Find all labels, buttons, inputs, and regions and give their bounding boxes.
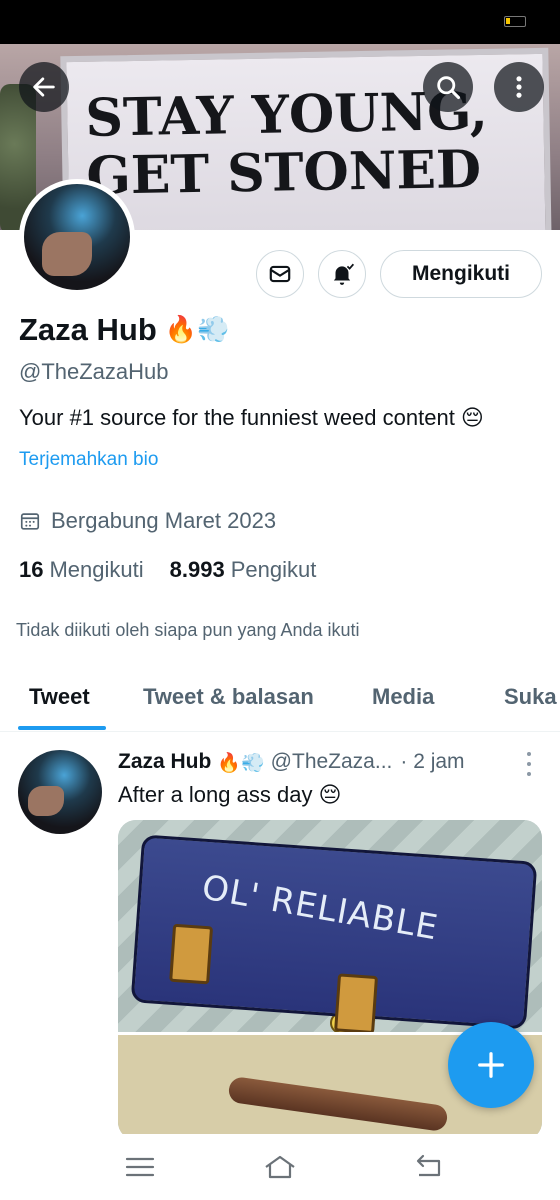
banner-sign-line2: GET STONED	[85, 138, 482, 207]
notifications-button[interactable]	[318, 250, 366, 298]
tweet-avatar-hand	[28, 786, 64, 816]
avatar-hand	[42, 232, 92, 276]
followers-count-link[interactable]: 8.993 Pengikut	[170, 557, 317, 583]
active-tab-indicator	[18, 726, 106, 730]
back-nav-icon	[416, 1154, 441, 1177]
translate-bio-link[interactable]: Terjemahkan bio	[19, 449, 158, 471]
media-joint	[227, 1075, 449, 1133]
message-button[interactable]	[256, 250, 304, 298]
status-bar	[0, 0, 560, 44]
joined-date: Bergabung Maret 2023	[19, 508, 276, 534]
profile-bio: Your #1 source for the funniest weed con…	[19, 405, 484, 430]
tweet-more-button[interactable]	[522, 752, 536, 776]
envelope-icon	[269, 265, 291, 283]
back-arrow-icon	[33, 77, 55, 97]
more-dot	[527, 762, 531, 766]
tweet-author[interactable]: Zaza Hub	[118, 750, 211, 774]
search-button[interactable]	[423, 62, 473, 112]
tweet-text: After a long ass day 😔	[118, 782, 342, 807]
menu-lines-icon	[125, 1157, 155, 1177]
compose-button[interactable]	[448, 1022, 534, 1108]
tweet-time: · 2 jam	[400, 750, 465, 773]
profile-name-emojis: 🔥💨	[164, 315, 230, 345]
recent-apps-button[interactable]	[120, 1152, 160, 1182]
followers-label: Pengikut	[230, 557, 317, 582]
profile-name-text: Zaza Hub	[19, 312, 157, 347]
media-case-text: OL' RELIABLE	[198, 867, 442, 949]
tweet-author-emojis: 🔥💨	[217, 751, 265, 774]
more-vertical-icon	[516, 76, 522, 98]
bell-icon	[333, 263, 355, 285]
following-count: 16	[19, 557, 44, 582]
tab-media[interactable]: Media	[372, 684, 434, 710]
tweet-header: Zaza Hub 🔥💨 @TheZaza... · 2 jam	[118, 750, 518, 774]
profile-tabs: Tweet Tweet & balasan Media Suka	[0, 670, 560, 732]
profile-avatar[interactable]	[19, 179, 135, 295]
following-count-link[interactable]: 16 Mengikuti	[19, 557, 144, 583]
battery-icon	[504, 16, 526, 27]
search-icon	[437, 76, 461, 100]
profile-handle: @TheZazaHub	[19, 359, 169, 384]
system-nav-bar	[0, 1134, 560, 1200]
profile-name: Zaza Hub 🔥💨	[19, 312, 230, 348]
joined-date-text: Bergabung Maret 2023	[51, 508, 277, 533]
plus-icon	[478, 1052, 504, 1078]
home-icon	[265, 1155, 295, 1179]
follow-counts: 16 Mengikuti 8.993 Pengikut	[19, 557, 316, 583]
more-dot	[527, 772, 531, 776]
back-button[interactable]	[19, 62, 69, 112]
tab-tweet[interactable]: Tweet	[29, 684, 90, 710]
more-dot	[527, 752, 531, 756]
following-label: Mengikuti	[49, 557, 144, 582]
tweet-avatar[interactable]	[18, 750, 102, 834]
tweet-handle: @TheZaza...	[270, 750, 393, 773]
following-button[interactable]: Mengikuti	[380, 250, 542, 298]
back-nav-button[interactable]	[408, 1152, 448, 1182]
tab-likes[interactable]: Suka	[504, 684, 557, 710]
home-button[interactable]	[260, 1152, 300, 1182]
calendar-icon	[20, 513, 40, 530]
media-latch-right	[334, 973, 379, 1035]
media-case: OL' RELIABLE	[130, 834, 538, 1035]
banner-sign: STAY YOUNG, GET STONED	[60, 47, 552, 230]
not-followed-notice: Tidak diikuti oleh siapa pun yang Anda i…	[16, 620, 360, 640]
followers-count: 8.993	[169, 557, 225, 582]
media-latch-left	[169, 923, 214, 985]
more-button[interactable]	[494, 62, 544, 112]
tab-tweet-replies[interactable]: Tweet & balasan	[143, 684, 314, 710]
